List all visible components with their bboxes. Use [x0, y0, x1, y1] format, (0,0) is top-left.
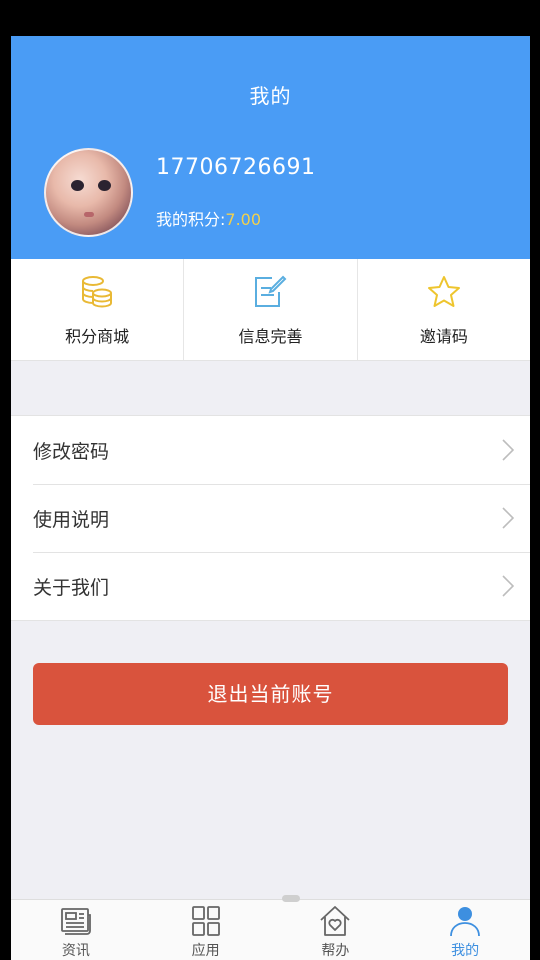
home-indicator: [282, 895, 300, 902]
grid-apps-icon: [191, 906, 220, 936]
chevron-right-icon: [502, 507, 514, 529]
settings-menu: 修改密码 使用说明 关于我们: [11, 415, 530, 621]
user-points: 我的积分:7.00: [156, 206, 261, 230]
tab-news[interactable]: 资讯: [11, 900, 141, 960]
avatar-eye-right: [98, 180, 111, 191]
avatar[interactable]: [44, 148, 133, 237]
menu-item-label: 关于我们: [33, 577, 110, 599]
page-title: 我的: [249, 84, 292, 108]
user-icon: [450, 907, 481, 937]
quick-actions: 积分商城 信息完善 邀请码: [11, 259, 530, 361]
tab-label: 应用: [191, 943, 220, 959]
chevron-right-icon: [502, 439, 514, 461]
quick-action-profile-info[interactable]: 信息完善: [184, 259, 358, 360]
tab-apps[interactable]: 应用: [141, 900, 271, 960]
quick-action-label: 积分商城: [65, 327, 130, 346]
coins-icon: [82, 276, 113, 308]
star-icon: [427, 276, 460, 307]
bottom-tab-bar: 资讯 应用 帮办 我的: [11, 899, 530, 960]
app-screen: 我的 17706726691 我的积分:7.00 积分商城 信息完善 邀请码 修…: [11, 36, 530, 960]
menu-item-label: 修改密码: [33, 441, 110, 463]
avatar-mouth: [84, 212, 94, 217]
logout-button[interactable]: 退出当前账号: [33, 663, 508, 725]
menu-item-change-password[interactable]: 修改密码: [11, 416, 530, 484]
quick-action-label: 邀请码: [419, 327, 468, 346]
avatar-eye-left: [71, 180, 84, 191]
tab-label: 我的: [451, 943, 480, 959]
edit-document-icon: [255, 275, 287, 307]
home-heart-icon: [320, 906, 350, 936]
quick-action-points-mall[interactable]: 积分商城: [11, 259, 185, 360]
news-icon: [60, 908, 91, 935]
menu-item-instructions[interactable]: 使用说明: [11, 484, 530, 552]
menu-item-about-us[interactable]: 关于我们: [11, 552, 530, 620]
profile-header: 我的 17706726691 我的积分:7.00: [11, 36, 530, 259]
tab-help[interactable]: 帮办: [271, 900, 401, 960]
quick-action-label: 信息完善: [238, 327, 303, 346]
user-phone: 17706726691: [156, 155, 316, 180]
chevron-right-icon: [502, 575, 514, 597]
quick-action-invite-code[interactable]: 邀请码: [358, 259, 530, 360]
points-label: 我的积分:: [156, 210, 226, 229]
menu-item-label: 使用说明: [33, 509, 110, 531]
points-value: 7.00: [225, 210, 262, 229]
tab-mine[interactable]: 我的: [400, 900, 530, 960]
tab-label: 帮办: [321, 943, 350, 959]
tab-label: 资讯: [61, 943, 90, 959]
